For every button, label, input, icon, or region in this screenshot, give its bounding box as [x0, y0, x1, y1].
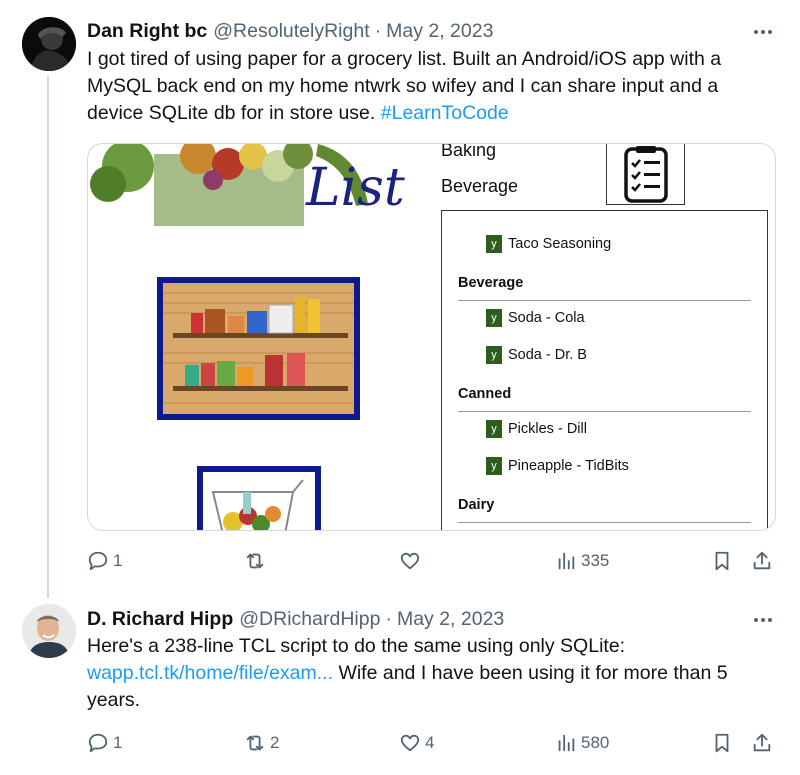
url-link[interactable]: wapp.tcl.tk/home/file/exam...: [87, 662, 333, 684]
reply-button[interactable]: 1: [87, 731, 122, 755]
item-label: Pineapple - TidBits: [508, 458, 629, 474]
views-icon: [558, 734, 575, 752]
checkbox-mark: y: [486, 235, 502, 253]
user-handle[interactable]: @DRichardHipp: [239, 608, 380, 631]
clipboard-icon: [606, 144, 685, 205]
tweet-media-image[interactable]: List Baking Beverage y Taco Seasoning Be…: [87, 143, 776, 531]
display-name[interactable]: D. Richard Hipp: [87, 608, 233, 631]
category-heading: Beverage: [458, 275, 524, 291]
shopping-cart-image: [197, 466, 321, 530]
repost-icon: [246, 735, 264, 751]
views-count: 335: [581, 551, 610, 570]
tweet-date[interactable]: May 2, 2023: [397, 608, 504, 631]
checkbox-mark: y: [486, 457, 502, 475]
separator-dot: ·: [374, 19, 382, 42]
more-icon[interactable]: [752, 609, 774, 631]
tweet-d-richard-hipp[interactable]: D. Richard Hipp @DRichardHipp · May 2, 2…: [0, 590, 800, 775]
tweet-actions: 1 2 4 580: [87, 731, 777, 755]
category-divider: [458, 411, 751, 412]
more-icon[interactable]: [752, 21, 774, 43]
hashtag-link[interactable]: #LearnToCode: [381, 102, 509, 124]
tweet-header: D. Richard Hipp @DRichardHipp · May 2, 2…: [87, 606, 504, 632]
repost-count: 2: [270, 733, 280, 752]
list-logo-text: List: [306, 158, 405, 218]
bookmark-button[interactable]: [711, 731, 733, 755]
bookmark-icon: [715, 733, 729, 753]
views-icon: [558, 552, 575, 570]
list-item: y Soda - Dr. B: [486, 346, 587, 364]
grocery-list-panel: y Taco Seasoning Beverage y Soda - Cola …: [441, 210, 768, 530]
views-button[interactable]: 580: [555, 731, 609, 755]
list-item: y Taco Seasoning: [486, 235, 611, 253]
checkbox-mark: y: [486, 309, 502, 327]
share-icon: [753, 733, 771, 752]
like-count: 4: [425, 733, 435, 752]
reply-icon: [88, 551, 108, 571]
checkbox-mark: y: [486, 420, 502, 438]
share-button[interactable]: [751, 549, 773, 573]
like-button[interactable]: [399, 549, 425, 573]
tweet-date[interactable]: May 2, 2023: [386, 20, 493, 43]
repost-button[interactable]: [244, 549, 270, 573]
tweet-text: Here's a 238-line TCL script to do the s…: [87, 633, 777, 714]
repost-button[interactable]: 2: [244, 731, 279, 755]
separator-dot: ·: [385, 607, 392, 630]
item-label: Taco Seasoning: [508, 236, 612, 252]
reply-count: 1: [113, 551, 123, 570]
category-heading: Dairy: [458, 497, 495, 513]
avatar[interactable]: [22, 604, 76, 658]
share-button[interactable]: [751, 731, 773, 755]
pantry-shelf-image: [157, 277, 360, 420]
views-button[interactable]: 335: [555, 549, 609, 573]
heart-icon: [400, 552, 420, 570]
bookmark-button[interactable]: [711, 549, 733, 573]
repost-icon: [246, 553, 264, 569]
category-label-baking: Baking: [441, 143, 497, 160]
tweet-text: I got tired of using paper for a grocery…: [87, 46, 777, 127]
views-count: 580: [581, 733, 610, 752]
tweet-header: Dan Right bc @ResolutelyRight · May 2, 2…: [87, 18, 493, 44]
category-heading: Canned: [458, 386, 512, 402]
category-divider: [458, 522, 751, 523]
reply-count: 1: [113, 733, 123, 752]
avatar[interactable]: [22, 17, 76, 71]
category-label-beverage: Beverage: [441, 176, 519, 196]
list-item: y Soda - Cola: [486, 309, 585, 327]
like-button[interactable]: 4: [399, 731, 434, 755]
tweet-text-intro: Here's a 238-line TCL script to do the s…: [87, 635, 626, 657]
item-label: Soda - Cola: [508, 310, 585, 326]
reply-icon: [88, 733, 108, 753]
list-item: y Pineapple - TidBits: [486, 457, 629, 475]
share-icon: [753, 551, 771, 570]
bookmark-icon: [715, 551, 729, 571]
checkbox-mark: y: [486, 346, 502, 364]
tweet-dan-right[interactable]: Dan Right bc @ResolutelyRight · May 2, 2…: [0, 0, 800, 590]
tweet-actions: 1 335: [87, 549, 777, 573]
reply-button[interactable]: 1: [87, 549, 122, 573]
category-divider: [458, 300, 751, 301]
display-name[interactable]: Dan Right bc: [87, 20, 207, 43]
user-handle[interactable]: @ResolutelyRight: [213, 20, 369, 43]
heart-icon: [400, 734, 420, 752]
item-label: Pickles - Dill: [508, 421, 587, 437]
item-label: Soda - Dr. B: [508, 347, 587, 363]
list-item: y Pickles - Dill: [486, 420, 587, 438]
